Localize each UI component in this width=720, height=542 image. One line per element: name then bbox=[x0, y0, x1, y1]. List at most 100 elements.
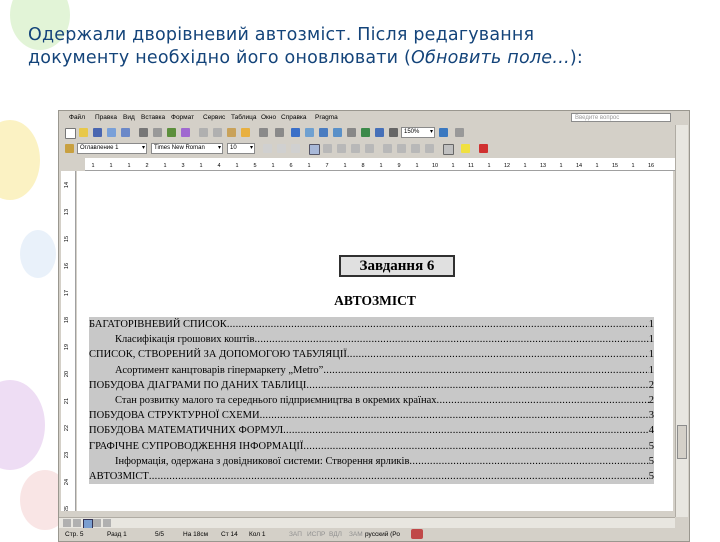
paste-icon[interactable] bbox=[227, 128, 236, 137]
ruler-tick-label: 11 bbox=[468, 163, 474, 169]
toc-entry[interactable]: Інформація, одержана з довідникової сист… bbox=[89, 454, 654, 469]
ruler-tick-label: 9 bbox=[397, 163, 400, 169]
bullets-icon[interactable] bbox=[397, 144, 406, 153]
cut-icon[interactable] bbox=[199, 128, 208, 137]
save-icon[interactable] bbox=[93, 128, 102, 137]
status-section: Разд 1 bbox=[107, 531, 127, 538]
research-icon[interactable] bbox=[181, 128, 190, 137]
copy-icon[interactable] bbox=[213, 128, 222, 137]
toc-entry[interactable]: БАГАТОРІВНЕВИЙ СПИСОК 1 bbox=[89, 317, 654, 332]
ruler-tick-label: 13 bbox=[540, 163, 546, 169]
font-size-select[interactable]: 10 bbox=[227, 143, 255, 154]
redo-icon[interactable] bbox=[275, 128, 284, 137]
ruler-tick-label: 1 bbox=[109, 163, 112, 169]
line-spacing-icon[interactable] bbox=[365, 144, 374, 153]
underline-icon[interactable] bbox=[291, 144, 300, 153]
toc-leader-dots bbox=[347, 347, 649, 362]
drawing-icon[interactable] bbox=[361, 128, 370, 137]
font-select[interactable]: Times New Roman bbox=[151, 143, 223, 154]
reading-view-icon[interactable] bbox=[103, 519, 111, 527]
menu-view[interactable]: Вид bbox=[123, 114, 135, 121]
toc-entry[interactable]: ПОБУДОВА ДІАГРАМИ ПО ДАНИХ ТАБЛИЦІ 2 bbox=[89, 378, 654, 393]
horizontal-ruler[interactable]: 1 1 1 2 1 3 1 4 1 5 1 6 1 7 1 8 1 9 1 10 1 11 1 12 1 13 1 14 1 15 1 16 bbox=[85, 158, 679, 171]
insert-excel-icon[interactable] bbox=[333, 128, 342, 137]
insert-table-icon[interactable] bbox=[319, 128, 328, 137]
menu-insert[interactable]: Вставка bbox=[141, 114, 165, 121]
show-hide-marks-icon[interactable] bbox=[389, 128, 398, 137]
help-icon[interactable] bbox=[439, 128, 448, 137]
email-icon[interactable] bbox=[121, 128, 130, 137]
vertical-scrollbar[interactable] bbox=[675, 125, 688, 517]
bold-icon[interactable] bbox=[263, 144, 272, 153]
hyperlink-icon[interactable] bbox=[291, 128, 300, 137]
decrease-indent-icon[interactable] bbox=[411, 144, 420, 153]
status-overtype[interactable]: ЗАМ bbox=[349, 531, 363, 538]
align-center-icon[interactable] bbox=[323, 144, 332, 153]
normal-view-icon[interactable] bbox=[63, 519, 71, 527]
toc-leader-dots bbox=[254, 332, 648, 347]
toc-entry[interactable]: Стан розвитку малого та середнього підпр… bbox=[89, 393, 654, 408]
open-folder-icon[interactable] bbox=[79, 128, 88, 137]
zoom-select[interactable]: 150% bbox=[401, 127, 435, 138]
menu-window[interactable]: Окно bbox=[261, 114, 276, 121]
undo-icon[interactable] bbox=[259, 128, 268, 137]
ruler-tick-label: 5 bbox=[253, 163, 256, 169]
ruler-tick-label: 2 bbox=[145, 163, 148, 169]
align-left-icon[interactable] bbox=[309, 144, 320, 155]
toc-entry-title: ПОБУДОВА СТРУКТУРНОЇ СХЕМИ bbox=[89, 410, 260, 422]
status-extend[interactable]: ВДЛ bbox=[329, 531, 342, 538]
status-record-macro[interactable]: ЗАП bbox=[289, 531, 302, 538]
numbering-icon[interactable] bbox=[383, 144, 392, 153]
web-view-icon[interactable] bbox=[73, 519, 81, 527]
format-painter-icon[interactable] bbox=[241, 128, 250, 137]
permission-icon[interactable] bbox=[107, 128, 116, 137]
spelling-icon[interactable] bbox=[167, 128, 176, 137]
ask-question-input[interactable]: Введите вопрос bbox=[571, 113, 671, 122]
styles-formatting-icon[interactable] bbox=[65, 144, 74, 153]
style-select[interactable]: Оглавление 1 bbox=[77, 143, 147, 154]
document-page[interactable]: Завдання 6 АВТОЗМІСТ БАГАТОРІВНЕВИЙ СПИС… bbox=[77, 171, 673, 511]
caption-line-2-start: документу необхідно його оновлювати ( bbox=[28, 48, 412, 68]
menu-help[interactable]: Справка bbox=[281, 114, 307, 121]
toc-entry[interactable]: АВТОЗМІСТ 5 bbox=[89, 469, 654, 484]
new-document-icon[interactable] bbox=[65, 128, 76, 139]
word-window: Файл Правка Вид Вставка Формат Сервис Та… bbox=[58, 110, 690, 542]
font-color-icon[interactable] bbox=[479, 144, 488, 153]
menu-file[interactable]: Файл bbox=[69, 114, 85, 121]
increase-indent-icon[interactable] bbox=[425, 144, 434, 153]
outline-view-icon[interactable] bbox=[93, 519, 101, 527]
menu-table[interactable]: Таблица bbox=[231, 114, 257, 121]
toc-entry[interactable]: Класифікація грошових коштів 1 bbox=[89, 332, 654, 347]
print-preview-icon[interactable] bbox=[153, 128, 162, 137]
spelling-status-icon[interactable] bbox=[411, 529, 423, 539]
toc-entry[interactable]: ПОБУДОВА МАТЕМАТИЧНИХ ФОРМУЛ 4 bbox=[89, 423, 654, 438]
toc-entry-title: Стан розвитку малого та середнього підпр… bbox=[115, 394, 437, 406]
menu-edit[interactable]: Правка bbox=[95, 114, 117, 121]
ruler-tick-label: 10 bbox=[432, 163, 438, 169]
document-map-icon[interactable] bbox=[375, 128, 384, 137]
formatting-toolbar: Оглавление 1 Times New Roman 10 bbox=[59, 141, 689, 157]
menu-tools[interactable]: Сервис bbox=[203, 114, 225, 121]
toc-entry[interactable]: Асортимент канцтоварів гіпермаркету „Met… bbox=[89, 363, 654, 378]
table-of-contents[interactable]: БАГАТОРІВНЕВИЙ СПИСОК1Класифікація грошо… bbox=[89, 317, 654, 485]
menu-format[interactable]: Формат bbox=[171, 114, 194, 121]
columns-icon[interactable] bbox=[347, 128, 356, 137]
ruler-tick-label: 1 bbox=[235, 163, 238, 169]
highlight-icon[interactable] bbox=[461, 144, 470, 153]
toc-entry-title: Асортимент канцтоварів гіпермаркету „Met… bbox=[115, 364, 324, 376]
print-icon[interactable] bbox=[139, 128, 148, 137]
status-track-changes[interactable]: ИСПР bbox=[307, 531, 325, 538]
borders-icon[interactable] bbox=[443, 144, 454, 155]
italic-icon[interactable] bbox=[277, 144, 286, 153]
toc-entry[interactable]: ПОБУДОВА СТРУКТУРНОЇ СХЕМИ 3 bbox=[89, 408, 654, 423]
justify-icon[interactable] bbox=[351, 144, 360, 153]
tables-borders-icon[interactable] bbox=[305, 128, 314, 137]
menu-pragma[interactable]: Pragma bbox=[315, 114, 338, 121]
toc-entry[interactable]: ГРАФІЧНЕ СУПРОВОДЖЕННЯ ІНФОРМАЦІЇ 5 bbox=[89, 439, 654, 454]
toc-entry[interactable]: СПИСОК, СТВОРЕНИЙ ЗА ДОПОМОГОЮ ТАБУЛЯЦІЇ… bbox=[89, 347, 654, 362]
vertical-ruler[interactable]: 14 13 15 16 17 18 19 20 21 22 23 24 25 bbox=[61, 171, 76, 512]
read-mode-icon[interactable] bbox=[455, 128, 464, 137]
align-right-icon[interactable] bbox=[337, 144, 346, 153]
vertical-scroll-thumb[interactable] bbox=[677, 425, 687, 459]
status-line: Ст 14 bbox=[221, 531, 238, 538]
